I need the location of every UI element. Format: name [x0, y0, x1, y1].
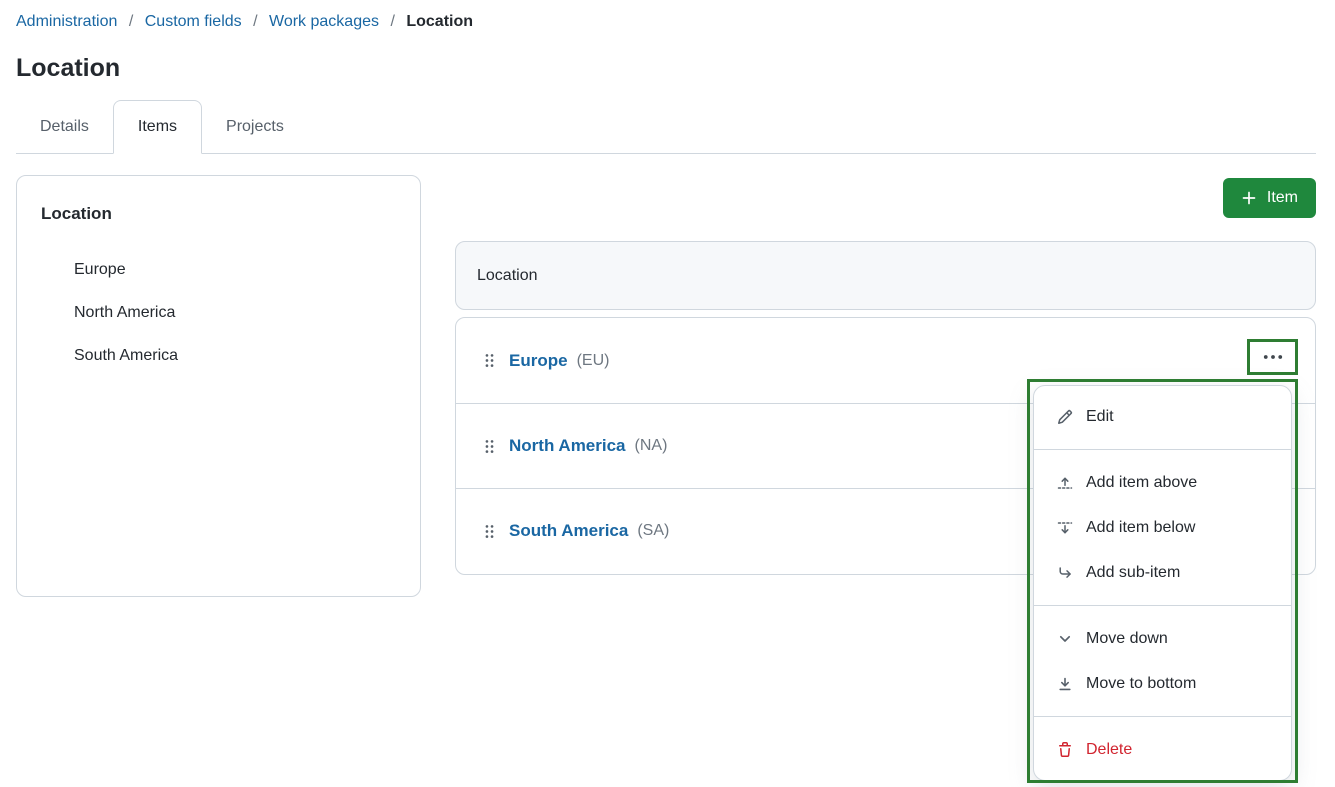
breadcrumb-link-administration[interactable]: Administration	[16, 13, 117, 30]
menu-item-move-down[interactable]: Move down	[1034, 616, 1291, 661]
menu-item-label: Add item above	[1086, 473, 1198, 491]
breadcrumb-separator: /	[390, 13, 395, 30]
custom-field-items-page: Administration / Custom fields / Work pa…	[0, 0, 1335, 787]
menu-divider	[1034, 605, 1291, 606]
menu-divider	[1034, 449, 1291, 450]
breadcrumb-current: Location	[406, 13, 474, 30]
item-name-link[interactable]: Europe	[509, 351, 568, 371]
tab-projects[interactable]: Projects	[202, 100, 308, 153]
preview-item-list: Europe North America South America	[41, 248, 396, 377]
items-table-header: Location	[455, 241, 1316, 310]
menu-item-label: Delete	[1086, 740, 1133, 758]
page-title: Location	[16, 54, 121, 82]
plus-icon	[1241, 190, 1257, 206]
fold-up-icon	[1056, 475, 1073, 491]
item-name-link[interactable]: North America	[509, 436, 626, 456]
menu-item-edit[interactable]: Edit	[1034, 394, 1291, 439]
tab-bar: Details Items Projects	[16, 100, 1316, 154]
breadcrumb: Administration / Custom fields / Work pa…	[16, 13, 473, 31]
preview-card-title: Location	[41, 204, 112, 223]
add-item-button-label: Item	[1266, 189, 1298, 206]
tab-details[interactable]: Details	[16, 100, 113, 153]
menu-item-move-to-bottom[interactable]: Move to bottom	[1034, 661, 1291, 706]
move-to-bottom-icon	[1056, 676, 1073, 692]
breadcrumb-link-work-packages[interactable]: Work packages	[269, 13, 379, 30]
chevron-down-icon	[1056, 631, 1073, 647]
trash-icon	[1056, 741, 1073, 758]
menu-item-label: Move to bottom	[1086, 674, 1197, 692]
menu-item-add-sub-item[interactable]: Add sub-item	[1034, 550, 1291, 595]
breadcrumb-link-custom-fields[interactable]: Custom fields	[145, 13, 242, 30]
menu-item-label: Add sub-item	[1086, 563, 1181, 581]
add-item-button[interactable]: Item	[1222, 178, 1316, 218]
menu-divider	[1034, 716, 1291, 717]
tab-items[interactable]: Items	[112, 100, 203, 154]
menu-item-add-item-below[interactable]: Add item below	[1034, 505, 1291, 550]
menu-item-label: Move down	[1086, 629, 1168, 647]
preview-item: North America	[74, 303, 176, 321]
item-short-code: (SA)	[637, 522, 670, 539]
menu-item-label: Edit	[1086, 407, 1114, 425]
menu-item-label: Add item below	[1086, 518, 1196, 536]
hierarchy-preview-card: Location Europe North America South Amer…	[16, 175, 421, 597]
item-name-link[interactable]: South America	[509, 521, 628, 541]
item-short-code: (NA)	[634, 437, 668, 454]
pencil-icon	[1056, 409, 1073, 425]
drag-grabber-icon[interactable]	[484, 523, 495, 540]
drag-grabber-icon[interactable]	[484, 352, 495, 369]
row-actions-menu: Edit Add item above Add item below Add s…	[1033, 385, 1292, 781]
kebab-horizontal-icon	[1263, 354, 1283, 360]
preview-item: South America	[74, 346, 179, 364]
drag-grabber-icon[interactable]	[484, 438, 495, 455]
sub-item-arrow-icon	[1056, 565, 1073, 581]
annotation-highlight-kebab	[1247, 339, 1298, 375]
menu-item-delete[interactable]: Delete	[1034, 727, 1291, 772]
items-table-header-label: Location	[477, 266, 538, 284]
fold-down-icon	[1056, 520, 1073, 536]
row-actions-button[interactable]	[1257, 350, 1289, 364]
breadcrumb-separator: /	[128, 13, 134, 30]
preview-item: Europe	[74, 260, 126, 278]
item-short-code: (EU)	[576, 351, 610, 369]
breadcrumb-separator: /	[253, 13, 258, 30]
menu-item-add-item-above[interactable]: Add item above	[1034, 460, 1291, 505]
